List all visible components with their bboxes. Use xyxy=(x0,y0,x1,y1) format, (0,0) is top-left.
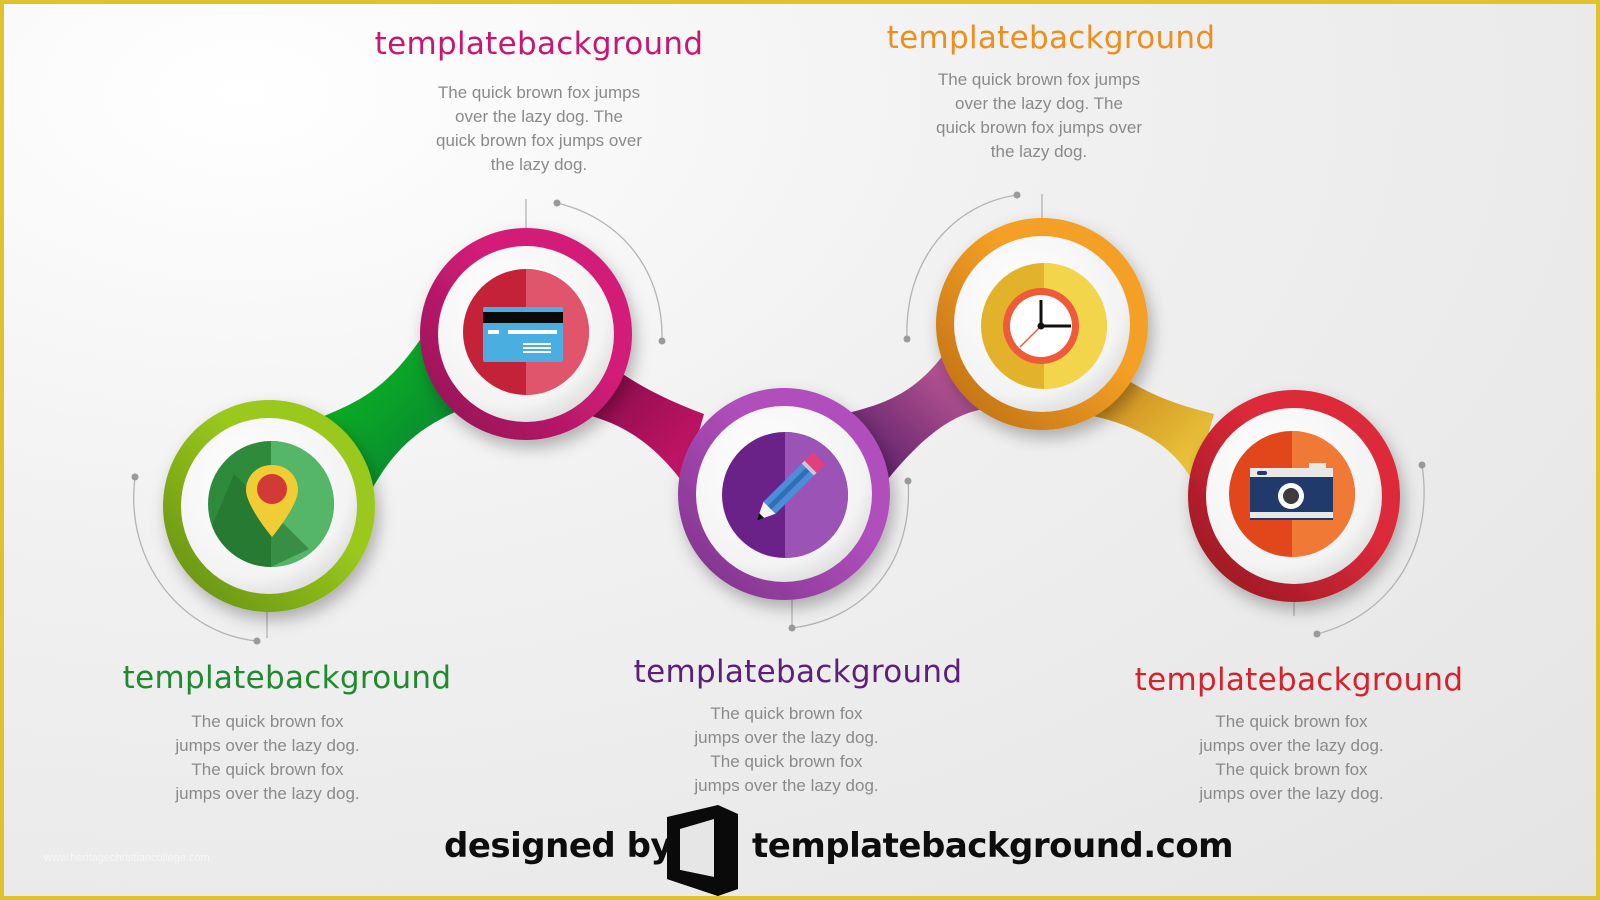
step-body-1: The quick brown fox jumps over the lazy … xyxy=(175,712,360,803)
watermark: www.heritagechristiancollege.com xyxy=(44,852,210,864)
clock-icon xyxy=(1003,288,1079,364)
slide: templatebackground The quick brown fox j… xyxy=(0,0,1600,900)
step-title-3: templatebackground xyxy=(633,654,963,690)
step-body-3: The quick brown fox jumps over the lazy … xyxy=(694,704,879,795)
step-title-5: templatebackground xyxy=(1134,662,1464,698)
step-body-2: The quick brown fox jumps over the lazy … xyxy=(436,83,642,174)
office-door-logo-icon xyxy=(667,805,738,896)
footer-site-link[interactable]: templatebackground.com xyxy=(752,826,1234,866)
camera-icon xyxy=(1250,463,1333,520)
step-title-4: templatebackground xyxy=(886,20,1216,56)
step-title-2: templatebackground xyxy=(374,26,704,62)
step-body-5: The quick brown fox jumps over the lazy … xyxy=(1199,712,1384,803)
step-title-1: templatebackground xyxy=(122,660,452,696)
credit-card-icon xyxy=(483,307,563,362)
designed-by-label: designed by xyxy=(444,826,673,866)
step-body-4: The quick brown fox jumps over the lazy … xyxy=(936,70,1142,161)
